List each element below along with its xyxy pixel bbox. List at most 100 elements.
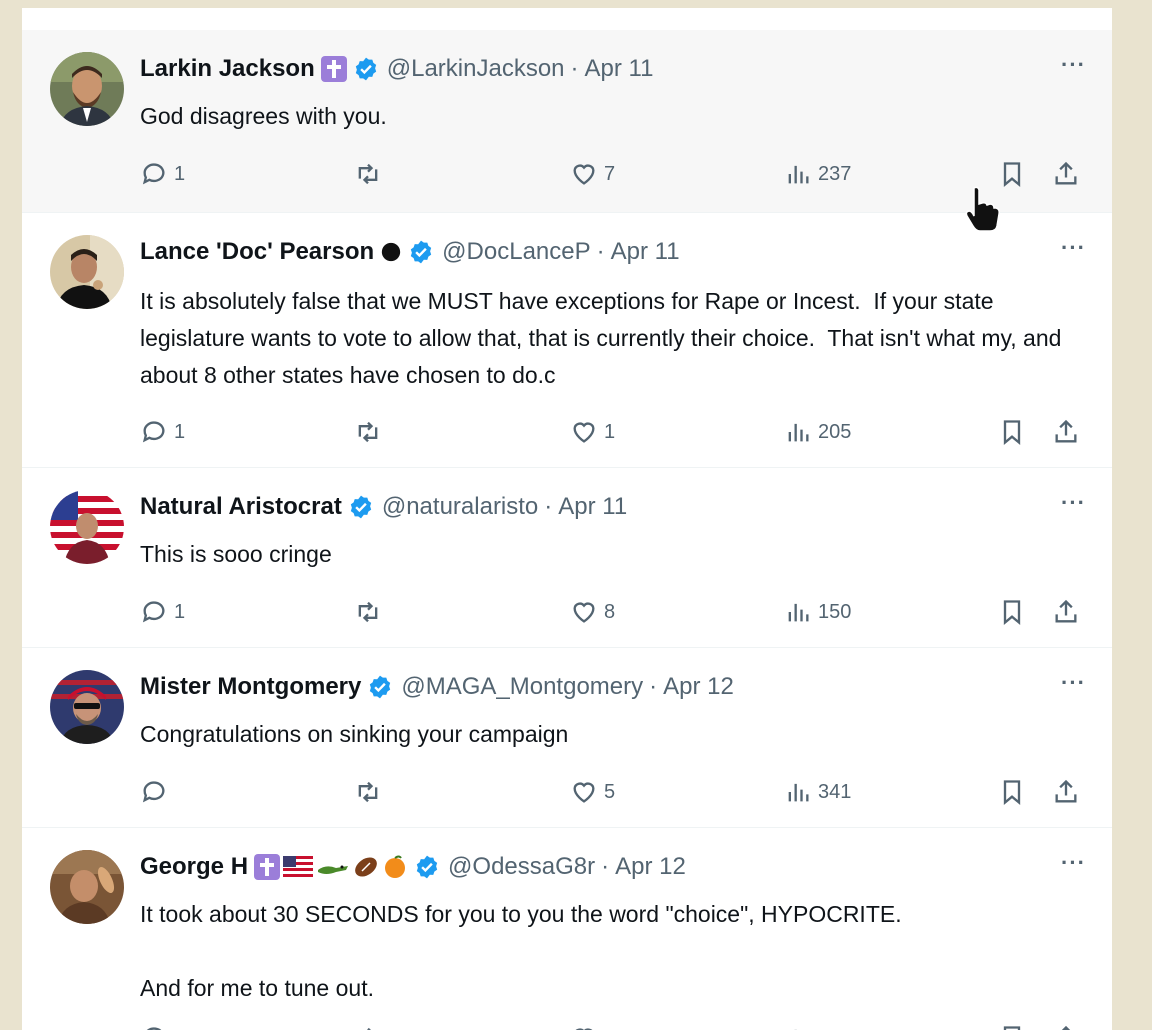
tweet-mister-montgomery[interactable]: Mister Montgomery @MAGA_Montgomery · Apr… [22, 648, 1112, 828]
avatar[interactable] [50, 490, 124, 564]
views-button[interactable]: 237 [784, 160, 851, 188]
bookmark-button[interactable] [998, 1024, 1026, 1030]
bookmark-icon [1003, 162, 1021, 187]
share-button[interactable] [1052, 1024, 1080, 1030]
retweet-icon [358, 163, 378, 185]
name-badges [320, 56, 347, 82]
retweet-button[interactable] [354, 1024, 382, 1030]
views-button[interactable]: 150 [784, 598, 851, 626]
like-button[interactable]: 5 [570, 778, 615, 806]
reply-count: 1 [174, 420, 186, 443]
bookmark-button[interactable] [998, 160, 1026, 188]
more-dots-icon[interactable]: ··· [1061, 492, 1086, 514]
tweet-lance-pearson[interactable]: Lance 'Doc' Pearson @DocLanceP · Apr 11 … [22, 213, 1112, 468]
more-dots-icon[interactable]: ··· [1061, 852, 1086, 874]
heart-icon [573, 164, 595, 185]
reply-button[interactable] [140, 778, 174, 806]
share-button[interactable] [1052, 160, 1080, 188]
share-icon [1055, 779, 1077, 803]
tweet-header: George H @OdessaG8r · Apr 12 [140, 850, 686, 884]
reply-button[interactable]: 1 [140, 418, 185, 446]
views-chart-icon [788, 783, 809, 802]
verified-icon [410, 240, 432, 264]
retweet-button[interactable] [354, 778, 388, 806]
author-name[interactable]: Lance 'Doc' Pearson [140, 238, 374, 266]
share-button[interactable] [1052, 418, 1080, 446]
author-name[interactable]: George H [140, 853, 248, 881]
reply-count: 1 [174, 600, 186, 623]
bookmark-icon [1003, 420, 1021, 445]
name-badges [254, 854, 408, 880]
retweet-icon [358, 421, 378, 443]
author-name[interactable]: Mister Montgomery [140, 673, 361, 701]
views-count: 341 [818, 780, 852, 803]
retweet-button[interactable] [354, 160, 388, 188]
tweet-text: God disagrees with you. [140, 103, 387, 129]
like-button[interactable]: 8 [570, 598, 615, 626]
author-handle[interactable]: @naturalaristo [382, 493, 538, 521]
cross-badge-icon [320, 56, 347, 82]
author-name[interactable]: Natural Aristocrat [140, 493, 342, 521]
share-icon [1061, 1025, 1071, 1030]
views-count: 205 [818, 420, 852, 443]
author-handle[interactable]: @LarkinJackson [387, 55, 565, 83]
action-bar: 1 7 237 [140, 160, 1080, 190]
retweet-button[interactable] [354, 418, 388, 446]
like-count: 1 [604, 420, 616, 443]
avatar[interactable] [50, 235, 124, 309]
tweet-date[interactable]: Apr 12 [663, 673, 734, 701]
tweet-george-h[interactable]: George H @OdessaG8r · Apr 12 ··· It took… [22, 828, 1112, 1030]
reply-button[interactable] [140, 1024, 168, 1030]
views-button[interactable] [784, 1024, 812, 1030]
avatar[interactable] [50, 850, 124, 924]
hand-cursor-icon [965, 186, 1000, 232]
reply-button[interactable]: 1 [140, 598, 185, 626]
author-handle[interactable]: @MAGA_Montgomery [401, 673, 643, 701]
date-separator: · [596, 238, 605, 265]
like-button[interactable]: 1 [570, 418, 615, 446]
avatar[interactable] [50, 52, 124, 126]
reply-button[interactable]: 1 [140, 160, 185, 188]
author-handle[interactable]: @OdessaG8r [448, 853, 595, 881]
tweet-text: Congratulations on sinking your campaign [140, 721, 569, 747]
like-button[interactable] [570, 1024, 598, 1030]
bookmark-button[interactable] [998, 778, 1026, 806]
tweet-date[interactable]: Apr 12 [615, 853, 686, 881]
tweet-text: It took about 30 SECONDS for you to you … [140, 901, 902, 1001]
orange-icon [385, 855, 406, 878]
views-button[interactable]: 205 [784, 418, 851, 446]
retweet-icon [358, 781, 378, 803]
tweet-date[interactable]: Apr 11 [558, 493, 627, 521]
more-dots-icon[interactable]: ··· [1061, 672, 1086, 694]
bookmark-button[interactable] [998, 598, 1026, 626]
like-button[interactable]: 7 [570, 160, 615, 188]
bookmark-icon [1003, 600, 1021, 625]
tweet-date[interactable]: Apr 11 [611, 238, 680, 266]
author-name[interactable]: Larkin Jackson [140, 55, 315, 83]
tweet-date[interactable]: Apr 11 [585, 55, 654, 83]
verified-icon [416, 855, 438, 879]
action-bar [140, 1024, 1080, 1030]
more-dots-icon[interactable]: ··· [1061, 54, 1086, 76]
action-bar: 1 8 150 [140, 598, 1080, 628]
tweet-larkin-jackson[interactable]: Larkin Jackson @LarkinJackson · Apr 11 ·… [22, 30, 1112, 213]
date-separator: · [601, 853, 610, 880]
retweet-icon [367, 1027, 371, 1030]
share-button[interactable] [1052, 778, 1080, 806]
avatar[interactable] [50, 670, 124, 744]
action-bar: 1 1 205 [140, 418, 1080, 448]
retweet-icon [358, 601, 378, 623]
bookmark-button[interactable] [998, 418, 1026, 446]
views-chart-icon [788, 603, 809, 622]
share-icon [1055, 419, 1077, 443]
date-separator: · [649, 673, 658, 700]
author-handle[interactable]: @DocLanceP [442, 238, 590, 266]
share-button[interactable] [1052, 598, 1080, 626]
views-button[interactable]: 341 [784, 778, 851, 806]
date-separator: · [570, 55, 579, 82]
views-count: 237 [818, 162, 852, 185]
tweet-natural-aristocrat[interactable]: Natural Aristocrat @naturalaristo · Apr … [22, 468, 1112, 648]
retweet-button[interactable] [354, 598, 388, 626]
heart-icon [573, 782, 595, 803]
more-dots-icon[interactable]: ··· [1061, 237, 1086, 259]
